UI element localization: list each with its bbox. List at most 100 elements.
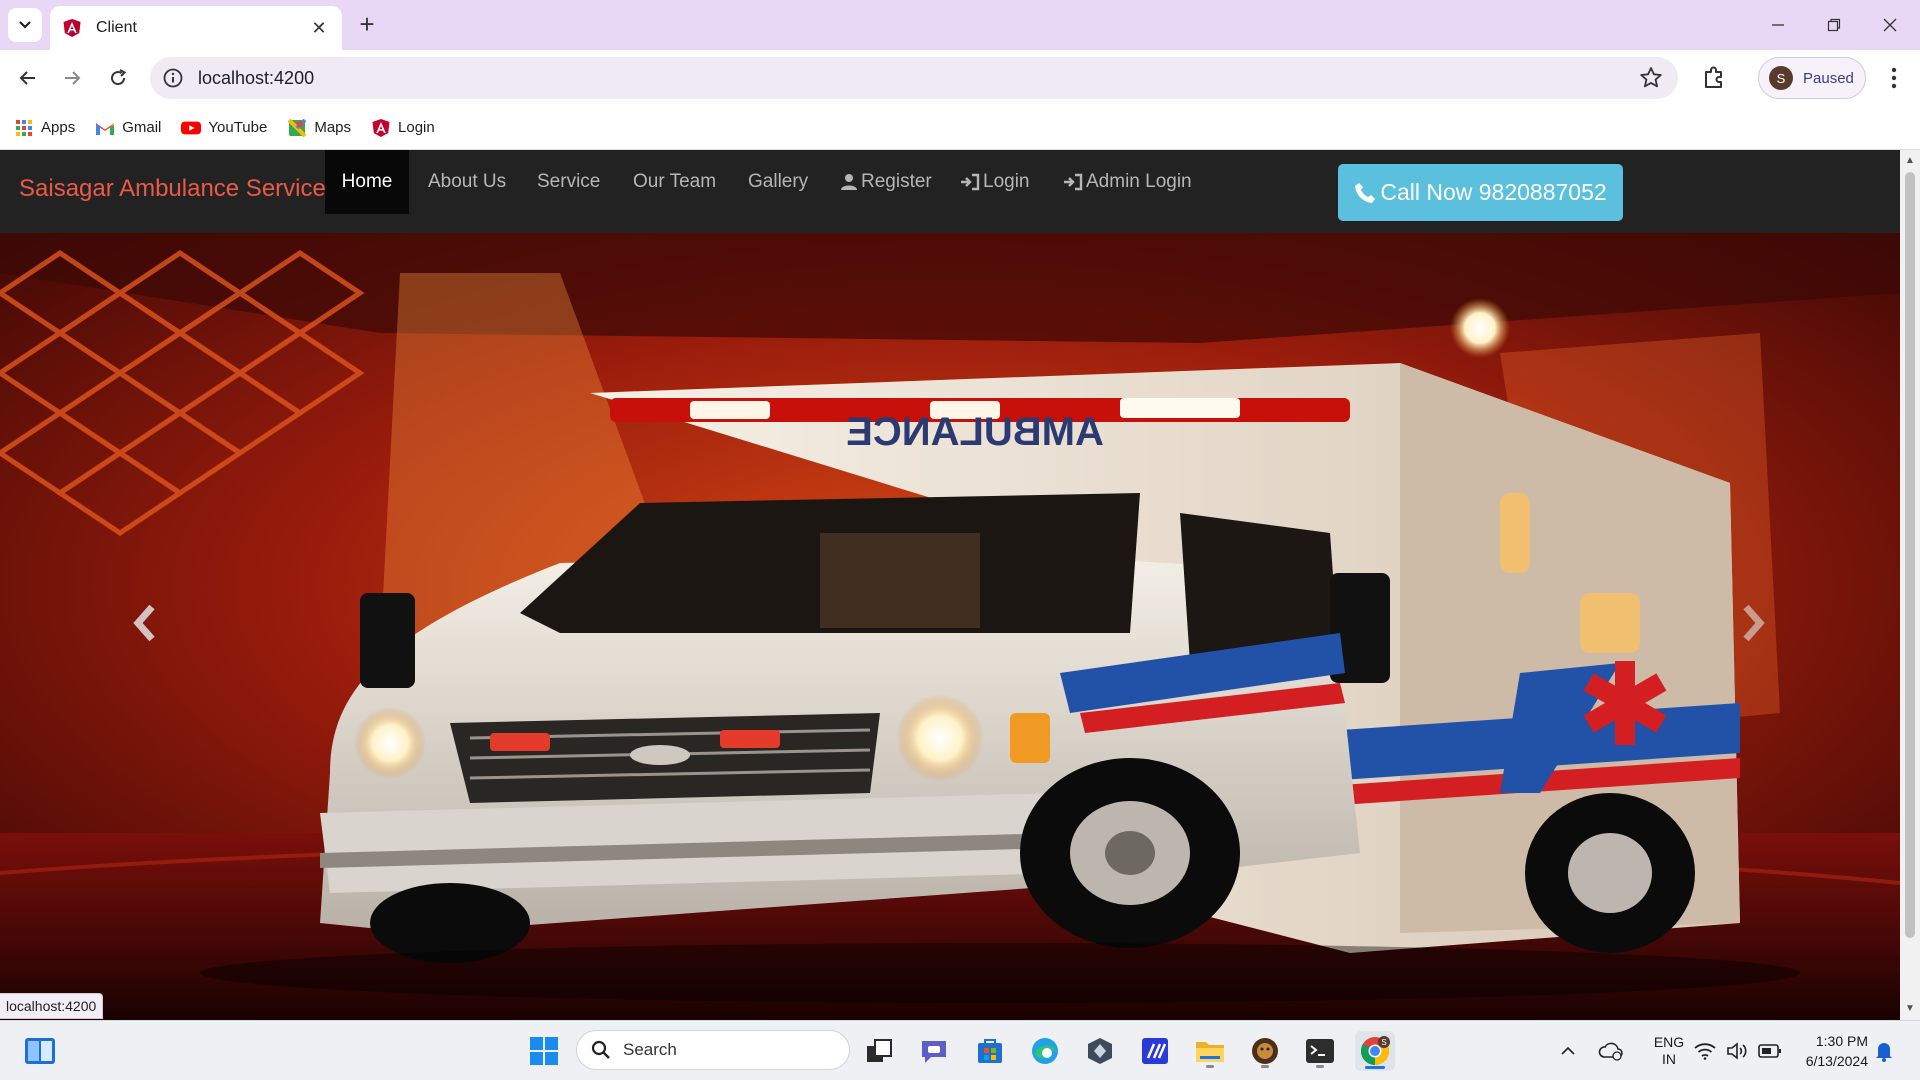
clock[interactable]: 1:30 PM 6/13/2024 bbox=[1794, 1021, 1868, 1080]
quick-settings-button[interactable] bbox=[1694, 1021, 1782, 1080]
nav-home[interactable]: Home bbox=[325, 150, 409, 214]
chat-icon bbox=[922, 1041, 946, 1063]
nav-gallery[interactable]: Gallery bbox=[730, 150, 826, 214]
language-indicator[interactable]: ENG IN bbox=[1644, 1021, 1694, 1080]
nav-label: Register bbox=[861, 171, 932, 192]
minimize-icon bbox=[1772, 24, 1784, 26]
bookmark-maps[interactable]: Maps bbox=[287, 118, 351, 138]
avatar: S bbox=[1769, 66, 1793, 90]
ambulance-lettering: AMBULANCE bbox=[846, 410, 1104, 454]
bookmark-star-icon[interactable] bbox=[1638, 65, 1664, 91]
browser-toolbar: localhost:4200 S Paused bbox=[0, 50, 1920, 106]
file-explorer-button[interactable] bbox=[1190, 1031, 1230, 1071]
start-button[interactable] bbox=[524, 1031, 564, 1071]
nav-label: About Us bbox=[428, 171, 507, 192]
game-app-button[interactable] bbox=[1245, 1031, 1285, 1071]
tab-search-button[interactable] bbox=[8, 8, 42, 42]
bell-icon bbox=[1876, 1043, 1892, 1062]
call-now-button[interactable]: Call Now 9820887052 bbox=[1338, 164, 1623, 221]
nav-our-team[interactable]: Our Team bbox=[615, 150, 734, 214]
nav-label: Login bbox=[983, 171, 1030, 192]
scrollbar-thumb[interactable] bbox=[1905, 172, 1915, 938]
active-indicator bbox=[1365, 1066, 1385, 1069]
task-view-button[interactable] bbox=[859, 1031, 899, 1071]
arrow-left-icon bbox=[19, 71, 35, 85]
scroll-up-icon[interactable]: ▲ bbox=[1905, 156, 1915, 166]
onedrive-tray-button[interactable] bbox=[1598, 1021, 1624, 1080]
bookmark-label: Login bbox=[398, 119, 435, 136]
nav-about-us[interactable]: About Us bbox=[410, 150, 524, 214]
log-in-icon bbox=[960, 173, 980, 191]
clock-time: 1:30 PM bbox=[1815, 1033, 1868, 1049]
site-brand[interactable]: Saisagar Ambulance Service bbox=[19, 168, 326, 210]
youtube-icon bbox=[181, 118, 202, 138]
tab-close-icon[interactable]: ✕ bbox=[308, 18, 330, 39]
back-button[interactable] bbox=[12, 62, 44, 94]
extensions-button[interactable] bbox=[1698, 62, 1730, 94]
app-shield-button[interactable] bbox=[1080, 1031, 1120, 1071]
bookmark-login[interactable]: Login bbox=[371, 118, 435, 138]
maps-icon bbox=[287, 118, 307, 138]
carousel-next-button[interactable] bbox=[1728, 593, 1778, 653]
call-now-label: Call Now 9820887052 bbox=[1380, 179, 1607, 205]
notifications-button[interactable] bbox=[1874, 1021, 1894, 1080]
bookmark-youtube[interactable]: YouTube bbox=[181, 118, 267, 138]
terminal-button[interactable] bbox=[1300, 1031, 1340, 1071]
close-window-button[interactable] bbox=[1862, 0, 1918, 50]
wifi-icon bbox=[1694, 1043, 1716, 1060]
profile-button[interactable]: S Paused bbox=[1758, 57, 1866, 99]
address-bar[interactable]: localhost:4200 bbox=[150, 57, 1678, 99]
task-view-icon bbox=[867, 1039, 892, 1062]
battery-icon bbox=[1758, 1044, 1781, 1058]
lion-emblem-icon bbox=[1252, 1038, 1278, 1064]
teams-chat-button[interactable] bbox=[914, 1031, 954, 1071]
minimize-button[interactable] bbox=[1750, 0, 1806, 50]
search-placeholder: Search bbox=[623, 1040, 677, 1059]
angular-icon bbox=[371, 118, 391, 138]
page-scrollbar[interactable]: ▲ ▼ bbox=[1900, 150, 1920, 1020]
tray-overflow-button[interactable] bbox=[1560, 1021, 1576, 1080]
log-in-icon bbox=[1063, 173, 1083, 191]
bookmark-apps[interactable]: Apps bbox=[14, 118, 75, 138]
ambulance-hero-image: AMBULANCE bbox=[0, 233, 1900, 1020]
scroll-down-icon[interactable]: ▼ bbox=[1905, 1004, 1915, 1014]
nav-register[interactable]: Register bbox=[822, 150, 950, 214]
browser-tab[interactable]: Client ✕ bbox=[50, 6, 342, 50]
terminal-icon bbox=[1306, 1039, 1334, 1063]
taskbar-search[interactable]: Search bbox=[576, 1030, 850, 1070]
language-region: IN bbox=[1662, 1051, 1676, 1067]
nav-login[interactable]: Login bbox=[942, 150, 1048, 214]
close-icon bbox=[1883, 18, 1897, 32]
site-info-icon[interactable] bbox=[162, 67, 184, 89]
forward-button[interactable] bbox=[56, 62, 88, 94]
hero-carousel: AMBULANCE bbox=[0, 233, 1900, 1020]
new-tab-button[interactable]: + bbox=[352, 10, 382, 40]
vscode-button[interactable] bbox=[1135, 1031, 1175, 1071]
chevron-up-icon bbox=[1561, 1046, 1575, 1055]
user-icon bbox=[840, 173, 858, 191]
edge-button[interactable] bbox=[1025, 1031, 1065, 1071]
nav-label: Admin Login bbox=[1086, 171, 1192, 192]
edge-icon bbox=[1032, 1038, 1058, 1064]
gmail-icon bbox=[95, 118, 115, 138]
url-text[interactable]: localhost:4200 bbox=[198, 68, 1638, 89]
carousel-prev-button[interactable] bbox=[120, 593, 170, 653]
running-indicator bbox=[1206, 1065, 1214, 1068]
bookmark-label: Maps bbox=[314, 119, 352, 136]
bookmark-gmail[interactable]: Gmail bbox=[95, 118, 161, 138]
bookmarks-bar: Apps Gmail YouTube Maps Login bbox=[0, 106, 1920, 150]
restore-button[interactable] bbox=[1806, 0, 1862, 50]
search-icon bbox=[591, 1040, 611, 1060]
angular-icon bbox=[63, 19, 81, 37]
nav-service[interactable]: Service bbox=[519, 150, 618, 214]
browser-tab-strip: Client ✕ + bbox=[0, 0, 1920, 50]
chevron-left-icon bbox=[133, 604, 155, 642]
reload-button[interactable] bbox=[102, 62, 134, 94]
browser-menu-button[interactable] bbox=[1880, 62, 1908, 94]
nav-admin-login[interactable]: Admin Login bbox=[1045, 150, 1210, 214]
microsoft-store-button[interactable] bbox=[970, 1031, 1010, 1071]
tab-title: Client bbox=[96, 19, 137, 36]
running-indicator bbox=[1316, 1065, 1324, 1068]
widgets-button[interactable] bbox=[20, 1031, 60, 1071]
chrome-button[interactable]: S bbox=[1355, 1031, 1395, 1071]
